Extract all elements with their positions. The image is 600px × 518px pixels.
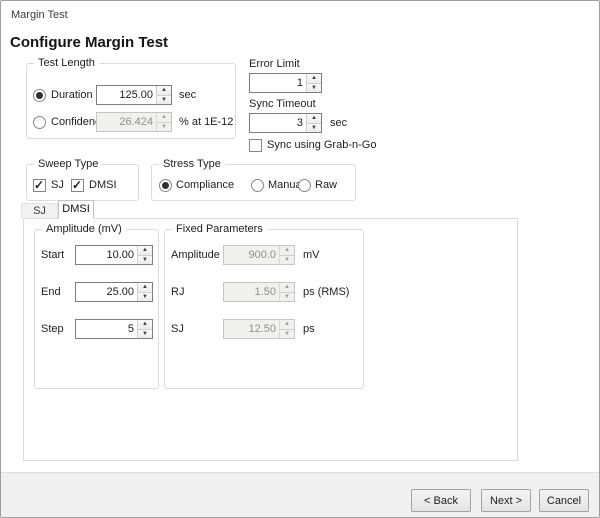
spinner-down-icon[interactable]: ▼ [138,291,152,301]
spinner-down-icon: ▼ [280,291,294,301]
duration-radio[interactable] [33,89,46,102]
spinner-down-icon[interactable]: ▼ [138,328,152,338]
tab-sj[interactable]: SJ [21,203,58,219]
end-input[interactable]: 25.00 ▲ ▼ [75,282,153,302]
spinner-up-icon: ▲ [280,246,294,255]
window-title: Margin Test [11,9,68,21]
fixed-sj-value: 12.50 [248,323,276,335]
rj-unit-label: ps (RMS) [303,286,350,298]
end-value[interactable]: 25.00 [76,283,137,301]
footer-bar: < Back Next > Cancel [1,472,599,517]
sync-timeout-input[interactable]: 3 ▲ ▼ [249,113,322,133]
end-label: End [41,286,61,298]
start-input[interactable]: 10.00 ▲ ▼ [75,245,153,265]
error-limit-spinner[interactable]: ▲ ▼ [306,74,321,92]
fixed-sj-label: SJ [171,323,184,335]
duration-value[interactable]: 125.00 [97,86,156,104]
spinner-down-icon[interactable]: ▼ [307,82,321,92]
duration-input[interactable]: 125.00 ▲ ▼ [96,85,172,105]
compliance-radio[interactable] [159,179,172,192]
sj-checkbox[interactable] [33,178,46,192]
rj-label: RJ [171,286,185,298]
sync-timeout-spinner[interactable]: ▲ ▼ [306,114,321,132]
spinner-down-icon: ▼ [280,328,294,338]
fixed-amplitude-input: 900.0 ▲ ▼ [223,245,295,265]
end-spinner[interactable]: ▲ ▼ [137,283,152,301]
step-value[interactable]: 5 [76,320,137,338]
spinner-up-icon: ▲ [157,113,171,122]
error-limit-value[interactable]: 1 [250,74,306,92]
fixed-sj-unit-label: ps [303,323,315,335]
spinner-up-icon[interactable]: ▲ [157,86,171,95]
duration-radio-label[interactable]: Duration [51,89,93,102]
compliance-radio-label[interactable]: Compliance [176,179,234,192]
sync-grab-n-go-checkbox[interactable] [249,139,262,152]
tab-dmsi[interactable]: DMSI [58,200,94,219]
spinner-down-icon[interactable]: ▼ [307,122,321,132]
spinner-up-icon[interactable]: ▲ [138,283,152,292]
manual-radio[interactable] [251,179,264,192]
fixed-amplitude-value: 900.0 [248,249,276,261]
sweep-type-legend: Sweep Type [34,157,103,171]
duration-unit-label: sec [179,89,197,101]
margin-test-dialog: Margin Test Configure Margin Test Test L… [0,0,600,518]
spinner-up-icon[interactable]: ▲ [138,246,152,255]
amplitude-legend: Amplitude (mV) [42,222,126,236]
confidence-spinner: ▲ ▼ [156,113,171,131]
step-spinner[interactable]: ▲ ▼ [137,320,152,338]
spinner-up-icon: ▲ [280,320,294,329]
spinner-up-icon: ▲ [280,283,294,292]
confidence-unit-label: % at 1E-12 [179,116,234,128]
start-value[interactable]: 10.00 [76,246,137,264]
fixed-sj-spinner: ▲ ▼ [279,320,294,338]
step-input[interactable]: 5 ▲ ▼ [75,319,153,339]
error-limit-input[interactable]: 1 ▲ ▼ [249,73,322,93]
fixed-amplitude-unit-label: mV [303,249,320,261]
page-title: Configure Margin Test [10,34,169,51]
sync-timeout-unit-label: sec [330,117,348,129]
rj-value: 1.50 [254,286,276,298]
fixed-sj-input: 12.50 ▲ ▼ [223,319,295,339]
dmsi-checkbox-label[interactable]: DMSI [89,179,117,192]
fixed-amplitude-spinner: ▲ ▼ [279,246,294,264]
sync-grab-n-go-label[interactable]: Sync using Grab-n-Go [267,139,376,152]
dmsi-checkbox[interactable] [71,178,84,192]
duration-spinner[interactable]: ▲ ▼ [156,86,171,104]
spinner-up-icon[interactable]: ▲ [307,74,321,83]
stress-type-legend: Stress Type [159,157,225,171]
spinner-down-icon[interactable]: ▼ [138,254,152,264]
raw-radio[interactable] [298,179,311,192]
spinner-up-icon[interactable]: ▲ [138,320,152,329]
spinner-down-icon: ▼ [280,254,294,264]
fixed-amplitude-label: Amplitude [171,249,220,261]
spinner-up-icon[interactable]: ▲ [307,114,321,123]
cancel-button[interactable]: Cancel [539,489,589,512]
start-spinner[interactable]: ▲ ▼ [137,246,152,264]
confidence-radio[interactable] [33,116,46,129]
rj-spinner: ▲ ▼ [279,283,294,301]
confidence-value: 26.424 [119,116,153,128]
step-label: Step [41,323,64,335]
confidence-input: 26.424 ▲ ▼ [96,112,172,132]
sj-checkbox-label[interactable]: SJ [51,179,64,192]
sync-timeout-value[interactable]: 3 [250,114,306,132]
next-button[interactable]: Next > [481,489,531,512]
fixed-parameters-legend: Fixed Parameters [172,222,267,236]
spinner-down-icon[interactable]: ▼ [157,94,171,104]
raw-radio-label[interactable]: Raw [315,179,337,192]
sync-timeout-label: Sync Timeout [249,98,316,110]
back-button[interactable]: < Back [411,489,471,512]
rj-input: 1.50 ▲ ▼ [223,282,295,302]
spinner-down-icon: ▼ [157,121,171,131]
test-length-legend: Test Length [34,56,99,70]
start-label: Start [41,249,65,261]
error-limit-label: Error Limit [249,58,300,70]
